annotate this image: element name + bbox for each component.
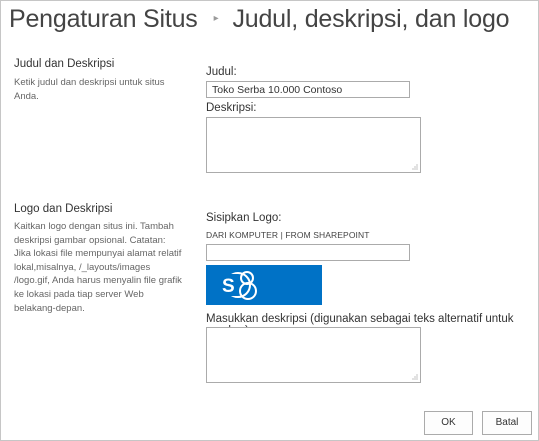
logo-section-description: Kaitkan logo dengan situs ini. Tambah de… bbox=[14, 221, 182, 314]
title-label: Judul: bbox=[206, 66, 237, 78]
breadcrumb-site-settings[interactable]: Pengaturan Situs bbox=[9, 5, 198, 33]
sharepoint-logo-icon: S bbox=[206, 265, 322, 305]
settings-page: Pengaturan Situs ▸ Judul, deskripsi, dan l… bbox=[0, 0, 539, 441]
alt-text-textarea[interactable] bbox=[206, 327, 421, 383]
from-computer-link[interactable]: DARI KOMPUTER bbox=[206, 230, 278, 240]
breadcrumb-separator-icon: ▸ bbox=[213, 12, 219, 24]
logo-section-heading: Logo dan Deskripsi bbox=[14, 203, 113, 215]
title-section-heading: Judul dan Deskripsi bbox=[14, 58, 115, 70]
ok-button[interactable]: OK bbox=[424, 411, 473, 435]
logo-preview-image: S bbox=[206, 265, 322, 305]
resize-grip-icon[interactable] bbox=[412, 164, 418, 170]
description-textarea[interactable] bbox=[206, 117, 421, 173]
resize-grip-icon[interactable] bbox=[412, 374, 418, 380]
from-sharepoint-link[interactable]: FROM SHAREPOINT bbox=[285, 230, 369, 240]
description-label: Deskripsi: bbox=[206, 102, 257, 114]
logo-source-links: DARI KOMPUTER | FROM SHAREPOINT bbox=[206, 230, 370, 240]
title-section-description: Ketik judul dan deskripsi untuk situs An… bbox=[14, 77, 165, 102]
svg-text:S: S bbox=[222, 276, 235, 297]
title-input[interactable] bbox=[206, 81, 410, 98]
insert-logo-label: Sisipkan Logo: bbox=[206, 212, 282, 224]
logo-url-input[interactable] bbox=[206, 244, 410, 261]
cancel-button[interactable]: Batal bbox=[482, 411, 532, 435]
link-separator: | bbox=[280, 230, 283, 240]
page-header: Pengaturan Situs ▸ Judul, deskripsi, dan l… bbox=[9, 5, 510, 39]
page-title: Judul, deskripsi, dan logo bbox=[232, 5, 510, 33]
